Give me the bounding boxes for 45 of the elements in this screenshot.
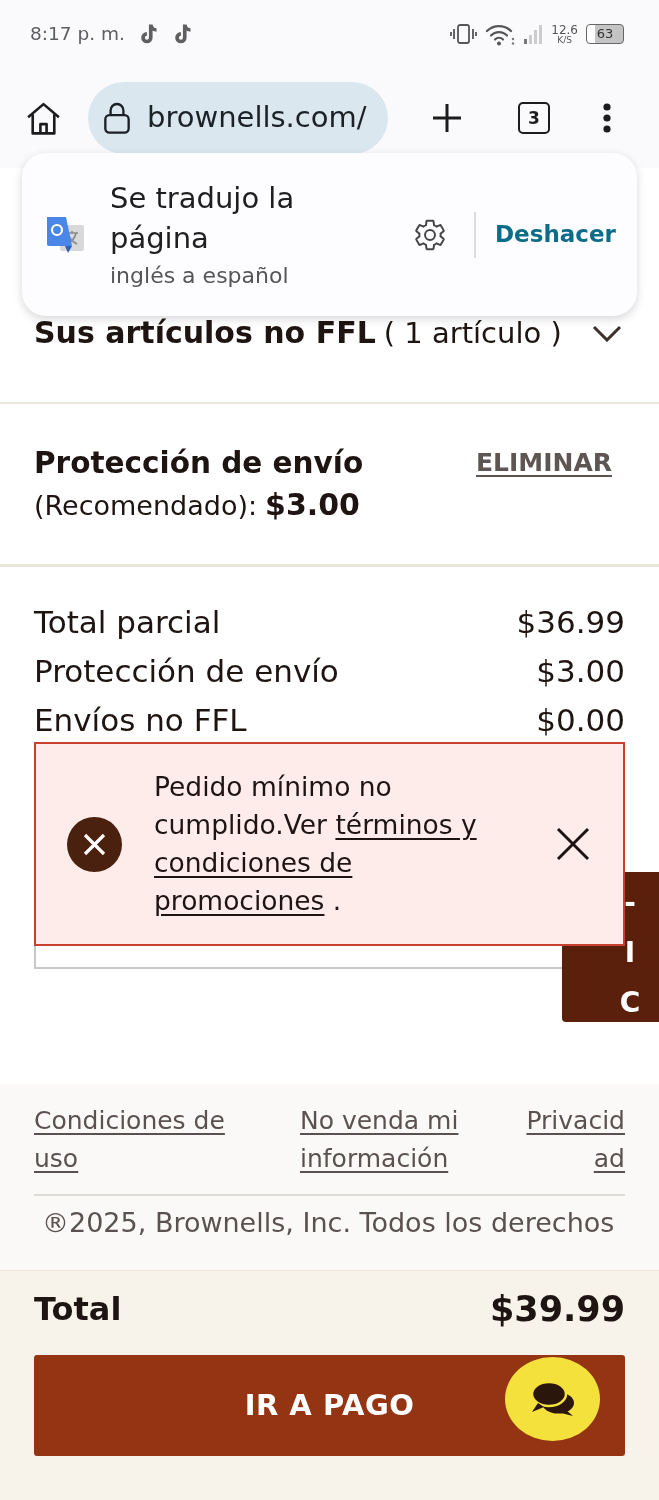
popup-title: Se tradujo la página [110,180,296,257]
summary-label: Protección de envío [34,652,339,691]
wifi-icon [485,22,516,46]
error-icon [67,816,122,872]
menu-icon[interactable] [603,103,611,133]
protection-title: Protección de envío [34,445,364,482]
home-icon[interactable] [25,101,62,135]
terms-link[interactable]: condiciones de [154,847,353,878]
lock-icon [103,101,131,135]
remove-link[interactable]: ELIMINAR [476,443,612,483]
summary-value: $0.00 [536,701,625,740]
settings-icon[interactable] [413,217,447,252]
signal-icon [523,23,544,45]
item-count: ( 1 artículo ) [383,316,562,350]
speed-unit: K/S [557,35,572,45]
terms-link[interactable]: promociones [154,885,325,916]
undo-button[interactable]: Deshacer [495,217,616,252]
terms-link[interactable]: términos y [335,809,477,840]
total-label: Total [34,1289,122,1330]
translate-icon [45,214,85,255]
summary-label: Total parcial [34,603,221,642]
checkout-button[interactable]: IR A PAGO [34,1355,625,1456]
footer-link[interactable]: Privacidad [521,1102,625,1178]
chevron-icon[interactable] [592,324,622,342]
tab-count-button[interactable]: 3 [518,102,550,134]
copyright-text: ®2025, Brownells, Inc. Todos los derechos [41,1206,616,1240]
total-amount: $39.99 [489,1287,625,1331]
plus-icon[interactable] [432,103,462,133]
summary-value: $3.00 [536,652,625,691]
footer-link[interactable]: No venda mi información [300,1102,470,1178]
recommended-note: (Recomendado): [34,489,258,523]
footer-link[interactable]: Condiciones de uso [34,1102,234,1178]
popup-subtitle: inglés a español [110,262,290,290]
close-icon[interactable] [556,827,590,861]
alert-message: Pedido mínimo no cumplido.Ver términos y condiciones de promociones . [154,770,478,918]
summary-label: Envíos no FFL [34,701,247,740]
phone-vibration-icon [450,23,478,45]
chat-icon [529,1380,576,1418]
protection-price: $3.00 [265,486,360,524]
summary-value: $36.99 [516,603,625,642]
battery-indicator: 63 [586,24,624,44]
network-speed: 12.6 [551,23,578,36]
section-title: Sus artículos no FFL [34,316,376,350]
status-time: 8:17 p. m. [30,22,125,47]
address-bar[interactable]: brownells.com/ [88,82,388,154]
